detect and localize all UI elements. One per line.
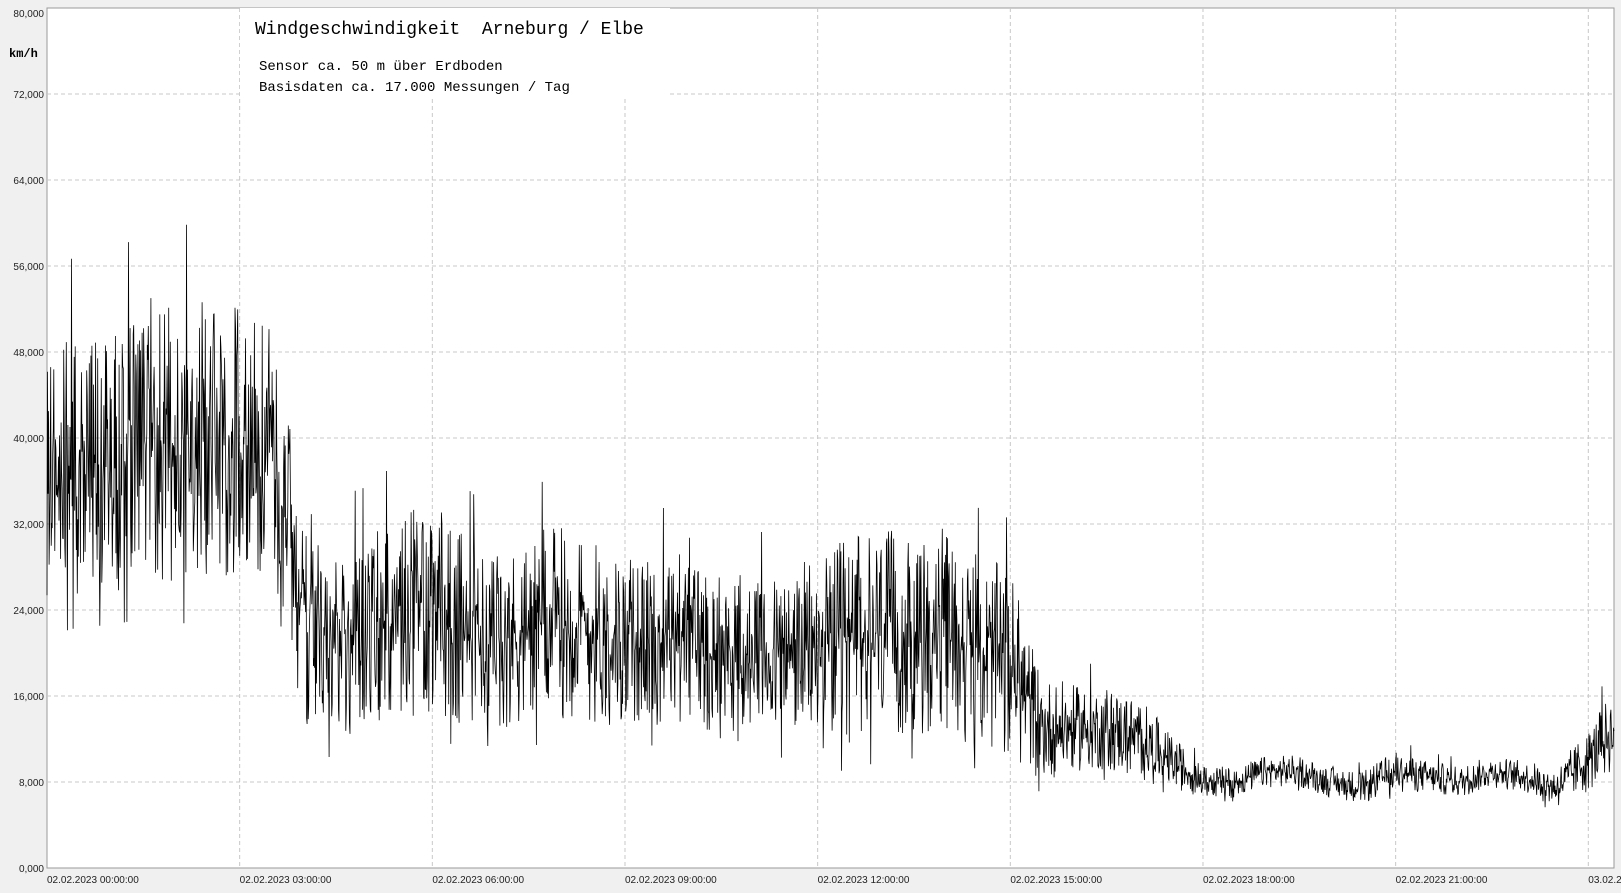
- x-tick-label: 02.02.2023 03:00:00: [240, 875, 332, 886]
- x-tick-label: 02.02.2023 09:00:00: [625, 875, 717, 886]
- y-tick-label: 24,000: [13, 606, 44, 617]
- y-tick-label: 72,000: [13, 90, 44, 101]
- y-tick-label: 0,000: [19, 864, 44, 875]
- chart-subtitle-line-1: Sensor ca. 50 m über Erdboden: [259, 59, 503, 75]
- x-tick-label: 02.02.2023 15:00:00: [1010, 875, 1102, 886]
- y-tick-label: 64,000: [13, 176, 44, 187]
- x-tick-label: 02.02.2023 06:00:00: [432, 875, 524, 886]
- y-tick-label: 80,000: [13, 9, 44, 20]
- wind-speed-chart: 0,000 8,000 16,000 24,000 32,000 40,000 48,000…: [9, 7, 1621, 886]
- y-tick-label: 56,000: [13, 262, 44, 273]
- chart-title: Windgeschwindigkeit Arneburg / Elbe: [255, 20, 644, 40]
- x-tick-label: 03.02.2023 00:00:00: [1588, 875, 1621, 886]
- y-tick-layer: 0,000 8,000 16,000 24,000 32,000 40,000 48,000…: [13, 9, 44, 875]
- x-tick-label: 02.02.2023 00:00:00: [47, 875, 139, 886]
- x-tick-label: 02.02.2023 12:00:00: [818, 875, 910, 886]
- x-tick-label: 02.02.2023 18:00:00: [1203, 875, 1295, 886]
- y-tick-label: 40,000: [13, 434, 44, 445]
- y-axis-label: km/h: [9, 47, 38, 61]
- chart-container: 0,000 8,000 16,000 24,000 32,000 40,000 48,000…: [0, 0, 1621, 893]
- x-tick-label: 02.02.2023 21:00:00: [1396, 875, 1488, 886]
- x-tick-layer: 02.02.2023 00:00:00 02.02.2023 03:00:00 02…: [47, 875, 1621, 886]
- y-tick-label: 8,000: [19, 778, 44, 789]
- y-tick-label: 48,000: [13, 348, 44, 359]
- y-tick-label: 32,000: [13, 520, 44, 531]
- y-tick-label: 16,000: [13, 692, 44, 703]
- chart-subtitle-line-2: Basisdaten ca. 17.000 Messungen / Tag: [259, 80, 570, 96]
